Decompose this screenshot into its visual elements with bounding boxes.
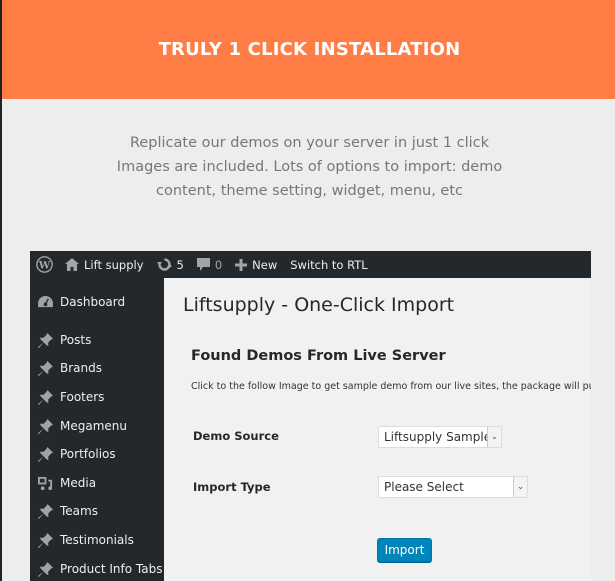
wp-logo-button[interactable]: W [36,256,53,273]
rtl-label: Switch to RTL [290,257,368,272]
updates-count: 5 [176,257,184,272]
main-content: Liftsupply - One-Click Import Found Demo… [164,278,591,581]
chevron-down-icon: ⌄ [487,427,501,447]
chevron-down-icon: ⌄ [513,477,527,497]
sidebar-item-media[interactable]: Media [30,469,164,497]
sidebar-item-label: Product Info Tabs [60,562,163,576]
sidebar-item-testimonials[interactable]: Testimonials [30,526,164,554]
sidebar-item-label: Teams [60,504,98,518]
admin-sidebar: Dashboard Posts Brands Footers Megamenu … [30,278,164,581]
pin-icon [30,389,60,405]
sidebar-item-teams[interactable]: Teams [30,497,164,525]
comments-link[interactable]: 0 [196,257,223,272]
pin-icon [30,446,60,462]
admin-bar: W Lift supply 5 0 New Switch to RTL [30,251,591,278]
import-type-label: Import Type [193,480,271,494]
pin-icon [30,360,60,376]
sidebar-item-portfolios[interactable]: Portfolios [30,440,164,468]
dashboard-icon [30,295,60,309]
pin-icon [30,332,60,348]
section-title: Found Demos From Live Server [191,348,446,364]
site-name-link[interactable]: Lift supply [65,258,144,272]
wordpress-logo-icon: W [36,256,53,273]
comment-icon [196,258,210,271]
updates-icon [156,258,172,271]
svg-text:W: W [38,259,51,271]
intro-text: Replicate our demos on your server in ju… [2,131,615,203]
demo-source-select[interactable]: Liftsupply Sample ⌄ [378,426,502,448]
import-type-select[interactable]: Please Select ⌄ [378,476,528,498]
wp-admin-screenshot: W Lift supply 5 0 New Switch to RTL Dash… [30,251,591,581]
home-icon [65,258,79,271]
comments-count: 0 [214,257,223,272]
import-button[interactable]: Import [377,538,432,562]
sidebar-item-label: Megamenu [60,419,127,433]
sidebar-item-label: Media [60,476,97,490]
demo-source-value: Liftsupply Sample [384,430,492,444]
import-type-value: Please Select [384,480,464,494]
sidebar-item-label: Posts [60,333,92,347]
page-title: Liftsupply - One-Click Import [183,294,455,316]
intro-line: Images are included. Lots of options to … [116,159,503,175]
site-name: Lift supply [84,257,144,272]
sidebar-item-posts[interactable]: Posts [30,326,164,354]
hero-title: TRULY 1 CLICK INSTALLATION [158,39,461,60]
sidebar-item-product-info-tabs[interactable]: Product Info Tabs [30,555,164,581]
pin-icon [30,503,60,519]
plus-icon [235,258,248,271]
pin-icon [30,418,60,434]
sidebar-item-label: Portfolios [60,447,116,461]
sidebar-item-brands[interactable]: Brands [30,354,164,382]
sidebar-item-label: Brands [60,361,102,375]
new-label: New [252,257,278,272]
description-text: Click to the follow Image to get sample … [191,381,591,392]
sidebar-item-footers[interactable]: Footers [30,383,164,411]
sidebar-item-label: Dashboard [60,295,126,309]
demo-source-label: Demo Source [193,429,279,443]
switch-rtl-link[interactable]: Switch to RTL [290,258,367,272]
intro-line: content, theme setting, widget, menu, et… [155,183,463,199]
updates-link[interactable]: 5 [156,257,184,272]
pin-icon [30,532,60,548]
hero-banner: TRULY 1 CLICK INSTALLATION [2,0,615,99]
sidebar-item-label: Testimonials [60,533,134,547]
intro-line: Replicate our demos on your server in ju… [129,135,490,151]
sidebar-item-dashboard[interactable]: Dashboard [30,288,164,316]
sidebar-item-label: Footers [60,390,105,404]
pin-icon [30,561,60,577]
new-content-link[interactable]: New [235,258,277,272]
sidebar-item-megamenu[interactable]: Megamenu [30,412,164,440]
media-icon [30,476,60,491]
